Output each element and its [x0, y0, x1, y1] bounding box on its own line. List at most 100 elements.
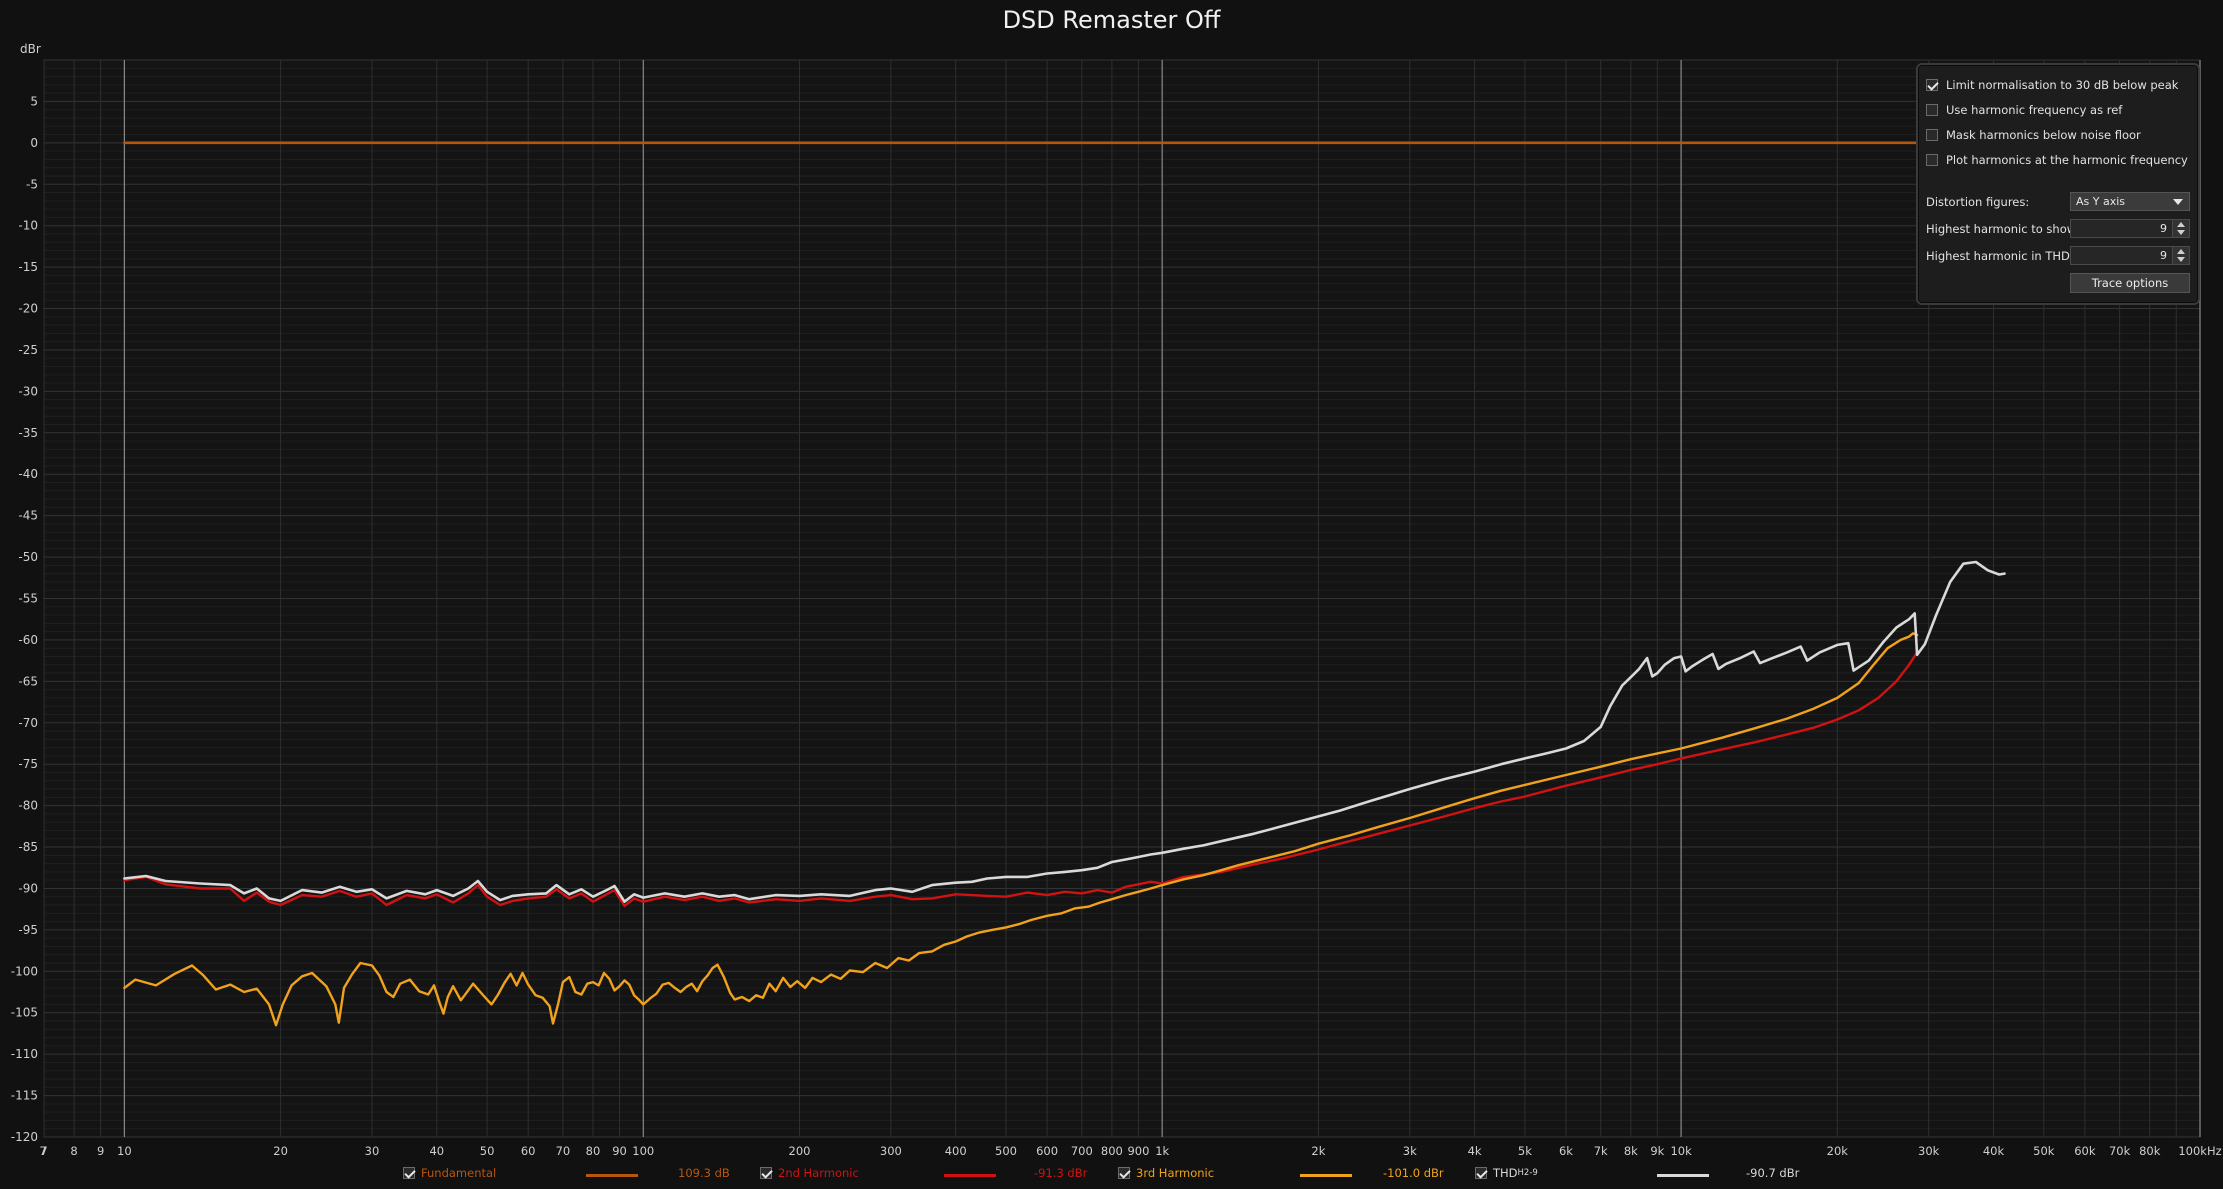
decrement-icon[interactable]: [2177, 230, 2185, 235]
distortion-figures-value: As Y axis: [2076, 195, 2126, 208]
x-tick-label: 60: [521, 1144, 536, 1158]
y-tick-label: -65: [18, 674, 38, 688]
grid: [43, 59, 2201, 1138]
distortion-chart: 50-5-10-15-20-25-30-35-40-45-50-55-60-65…: [11, 59, 2222, 1158]
use-harmonic-ref-option[interactable]: Use harmonic frequency as ref: [1926, 100, 2122, 120]
x-tick-label: 400: [945, 1144, 967, 1158]
x-tick-label: 100: [632, 1144, 654, 1158]
y-tick-label: 5: [30, 94, 38, 108]
limit-normalisation-checkbox[interactable]: [1926, 79, 1938, 91]
fundamental-checkbox[interactable]: [403, 1167, 415, 1179]
y-tick-label: -105: [11, 1006, 38, 1020]
use-harmonic-ref-label: Use harmonic frequency as ref: [1946, 103, 2123, 117]
x-tick-label: 20k: [1827, 1144, 1849, 1158]
y-tick-label: -90: [18, 881, 38, 895]
mask-harmonics-label: Mask harmonics below noise floor: [1946, 128, 2141, 142]
plot-harmonics-checkbox[interactable]: [1926, 154, 1938, 166]
plot-harmonics-label: Plot harmonics at the harmonic frequency: [1946, 153, 2188, 167]
x-tick-label: 60k: [2074, 1144, 2096, 1158]
x-tick-label: 10: [117, 1144, 132, 1158]
y-tick-label: -30: [18, 384, 38, 398]
highest-harmonic-thd-value: 9: [2160, 249, 2167, 262]
x-tick-label: 9: [97, 1144, 104, 1158]
x-tick-label: 10k: [1670, 1144, 1692, 1158]
y-tick-label: -80: [18, 799, 38, 813]
highest-harmonic-show-spinner[interactable]: 9: [2070, 219, 2190, 238]
legend-third-label: 3rd Harmonic: [1136, 1166, 1215, 1180]
x-tick-label: 80k: [2139, 1144, 2161, 1158]
y-tick-label: -35: [18, 426, 38, 440]
legend-thd-value: -90.7 dBr: [1746, 1166, 1800, 1180]
highest-harmonic-show-value: 9: [2160, 222, 2167, 235]
highest-harmonic-thd-spinner[interactable]: 9: [2070, 246, 2190, 265]
trace-options-button[interactable]: Trace options: [2070, 273, 2190, 293]
legend-third-harmonic[interactable]: 3rd Harmonic: [1118, 1164, 1214, 1182]
legend-thd-label: THD: [1493, 1166, 1518, 1180]
x-tick-label: 30k: [1918, 1144, 1940, 1158]
increment-icon[interactable]: [2177, 222, 2185, 227]
y-axis-unit: dBr: [20, 42, 41, 56]
x-tick-label: 80: [586, 1144, 601, 1158]
legend-thd-swatch: [1657, 1174, 1709, 1177]
limit-normalisation-label: Limit normalisation to 30 dB below peak: [1946, 78, 2179, 92]
y-tick-label: -20: [18, 302, 38, 316]
legend-fundamental-label: Fundamental: [421, 1166, 497, 1180]
y-tick-label: -5: [26, 177, 38, 191]
x-tick-label: 900: [1127, 1144, 1149, 1158]
y-tick-label: -40: [18, 467, 38, 481]
x-tick-label: 1k: [1155, 1144, 1169, 1158]
plot-harmonics-option[interactable]: Plot harmonics at the harmonic frequency: [1926, 150, 2188, 170]
use-harmonic-ref-checkbox[interactable]: [1926, 104, 1938, 116]
x-tick-label: 700: [1071, 1144, 1093, 1158]
y-tick-label: -85: [18, 840, 38, 854]
thd-checkbox[interactable]: [1475, 1167, 1487, 1179]
legend-fundamental-value: 109.3 dB: [678, 1166, 730, 1180]
y-tick-label: -50: [18, 550, 38, 564]
spinner-arrows[interactable]: [2172, 220, 2189, 237]
highest-harmonic-show-label: Highest harmonic to show:: [1926, 222, 2080, 236]
x-tick-label: 2k: [1311, 1144, 1325, 1158]
mask-harmonics-option[interactable]: Mask harmonics below noise floor: [1926, 125, 2141, 145]
y-tick-label: -70: [18, 716, 38, 730]
y-tick-label: -15: [18, 260, 38, 274]
chevron-down-icon: [2173, 199, 2183, 205]
x-tick-label: 200: [789, 1144, 811, 1158]
limit-normalisation-option[interactable]: Limit normalisation to 30 dB below peak: [1926, 75, 2178, 95]
x-tick-label: 7: [39, 1144, 46, 1158]
y-tick-label: -60: [18, 633, 38, 647]
decrement-icon[interactable]: [2177, 257, 2185, 262]
highest-harmonic-thd-label: Highest harmonic in THD:: [1926, 249, 2074, 263]
third-harmonic-checkbox[interactable]: [1118, 1167, 1130, 1179]
x-tick-label: 90: [612, 1144, 627, 1158]
legend-second-label: 2nd Harmonic: [778, 1166, 859, 1180]
x-tick-label: 300: [880, 1144, 902, 1158]
y-tick-label: -25: [18, 343, 38, 357]
x-tick-label: 6k: [1559, 1144, 1573, 1158]
y-tick-label: -120: [11, 1130, 38, 1144]
x-tick-label: 50: [480, 1144, 495, 1158]
legend-second-value: -91.3 dBr: [1034, 1166, 1088, 1180]
options-panel: Limit normalisation to 30 dB below peak …: [1916, 63, 2200, 305]
mask-harmonics-checkbox[interactable]: [1926, 129, 1938, 141]
legend-second-swatch: [944, 1174, 996, 1177]
x-tick-label: 70: [556, 1144, 571, 1158]
second-harmonic-checkbox[interactable]: [760, 1167, 772, 1179]
legend-thd-subscript: H2-9: [1517, 1168, 1538, 1178]
y-tick-label: -95: [18, 923, 38, 937]
legend-fundamental[interactable]: Fundamental: [403, 1164, 496, 1182]
increment-icon[interactable]: [2177, 249, 2185, 254]
legend-third-swatch: [1300, 1174, 1352, 1177]
distortion-figures-select[interactable]: As Y axis: [2070, 192, 2190, 211]
y-tick-label: -45: [18, 509, 38, 523]
y-tick-label: -100: [11, 964, 38, 978]
x-tick-label: 4k: [1468, 1144, 1482, 1158]
x-tick-label: 50k: [2033, 1144, 2055, 1158]
x-tick-label: 8: [70, 1144, 77, 1158]
y-tick-label: -55: [18, 592, 38, 606]
x-tick-label: 70k: [2109, 1144, 2131, 1158]
legend-second-harmonic[interactable]: 2nd Harmonic: [760, 1164, 859, 1182]
y-tick-label: 0: [30, 136, 38, 150]
legend-thd[interactable]: THD H2-9: [1475, 1164, 1538, 1182]
spinner-arrows[interactable]: [2172, 247, 2189, 264]
x-axis-tick-labels: 7 8 9 10 20 30 40 50 60 70 80 90 100 200 300 400 500 600 7…: [39, 1144, 2221, 1158]
